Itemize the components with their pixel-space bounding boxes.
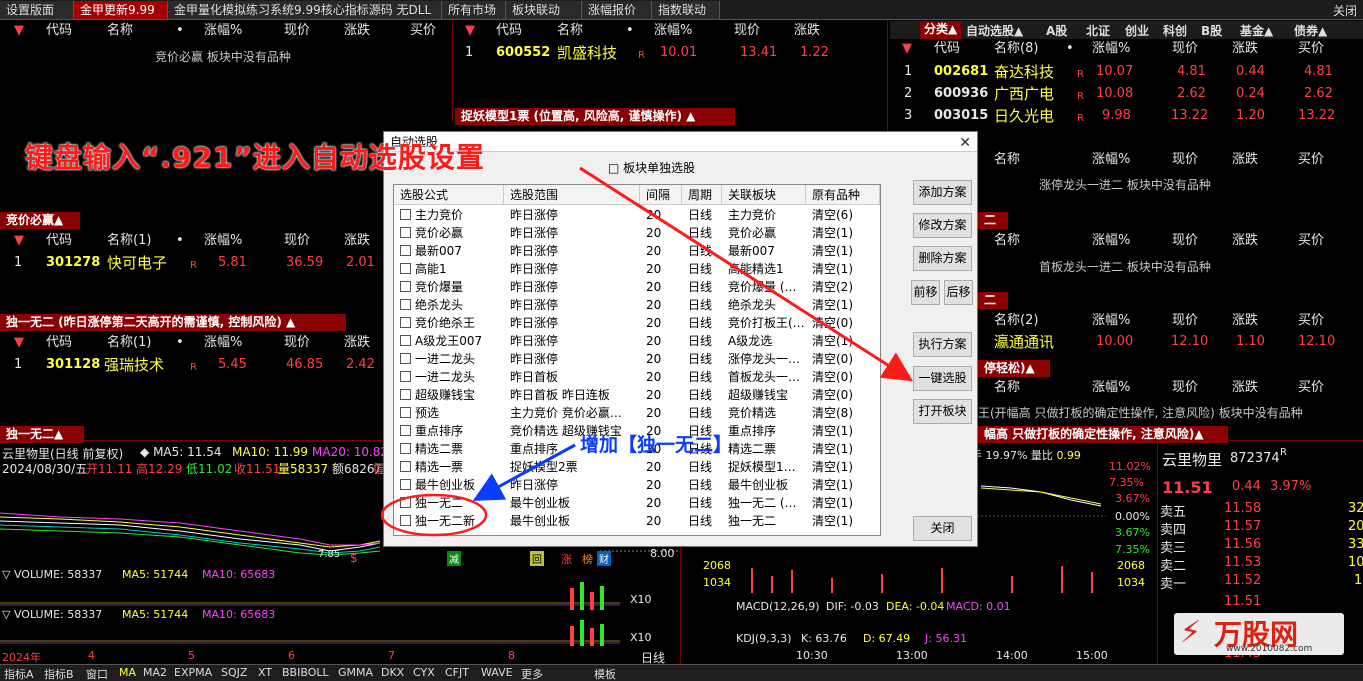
- arrow-to-new-row: [472, 443, 576, 501]
- annotation-arrows: [380, 166, 914, 537]
- arrow-to-one-click: [579, 166, 914, 382]
- highlight-circle: [380, 493, 488, 537]
